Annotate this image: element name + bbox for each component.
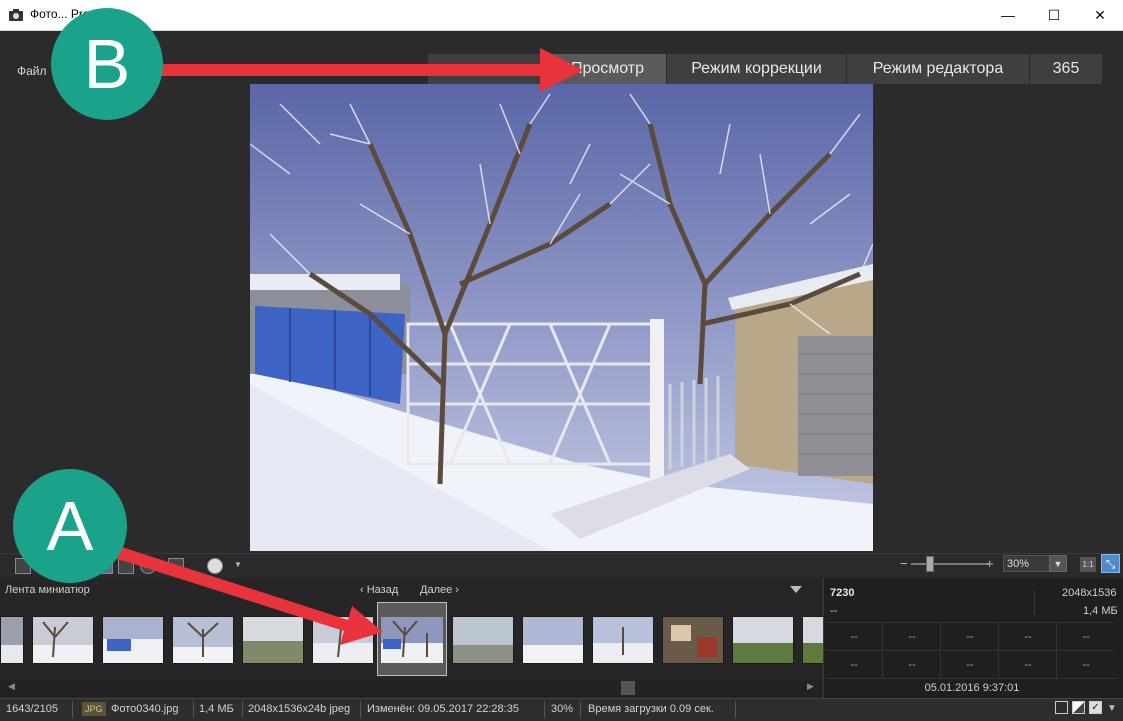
arrow-a xyxy=(96,540,383,645)
callout-b: B xyxy=(51,8,163,120)
callout-a: A xyxy=(13,469,127,583)
annotation-overlay xyxy=(96,48,583,645)
arrow-b xyxy=(140,48,583,92)
